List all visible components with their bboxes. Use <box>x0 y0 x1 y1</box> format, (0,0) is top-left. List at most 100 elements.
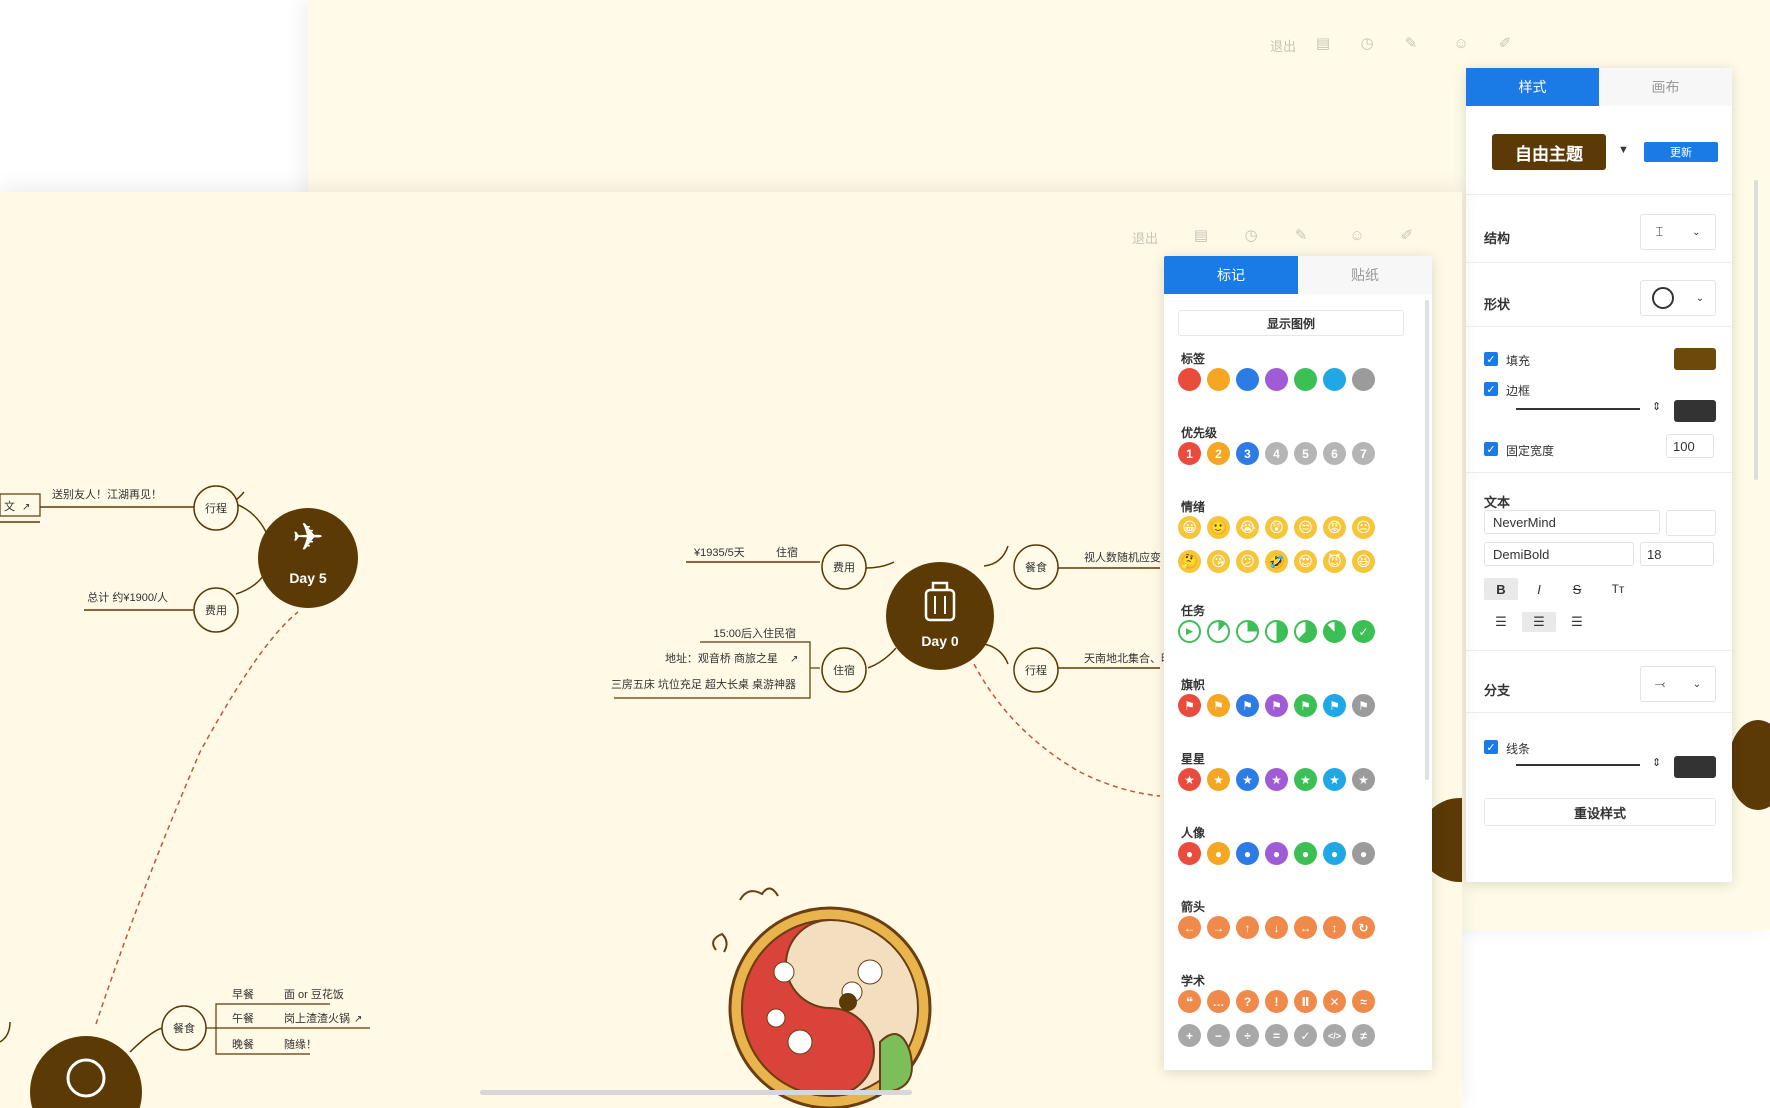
arrow-down-icon[interactable]: ↓ <box>1265 916 1288 939</box>
relationship-line[interactable] <box>95 611 299 1025</box>
day0-cost-amount[interactable]: ¥1935/5天 <box>693 547 745 559</box>
arrow-up-down-icon[interactable]: ↕ <box>1323 916 1346 939</box>
day0-stay-time[interactable]: 15:00后入住民宿 <box>713 626 796 640</box>
marker-panel-scrollbar[interactable] <box>1425 300 1429 780</box>
person-red-icon[interactable]: ● <box>1178 842 1201 865</box>
equals-icon[interactable]: = <box>1265 1024 1288 1047</box>
pin-icon[interactable]: ✐ <box>1492 30 1518 56</box>
arrow-left-right-icon[interactable]: ↔ <box>1294 916 1317 939</box>
rofl-emoji-icon[interactable]: 🤣 <box>1265 550 1288 573</box>
text-color-swatch[interactable] <box>1666 510 1716 536</box>
pause-icon[interactable]: Ⅱ <box>1294 990 1317 1013</box>
day5-cost-text[interactable]: 总计 约¥1900/人 <box>87 590 168 604</box>
devil-emoji-icon[interactable]: 😈 <box>1323 550 1346 573</box>
emoji-icon[interactable]: ☺ <box>1448 30 1474 56</box>
kiss-emoji-icon[interactable]: 😘 <box>1207 550 1230 573</box>
task-progress-5-icon[interactable] <box>1323 620 1346 643</box>
tab-style[interactable]: 样式 <box>1466 68 1599 106</box>
flag-cyan-icon[interactable]: ⚑ <box>1323 694 1346 717</box>
tag-orange-icon[interactable] <box>1207 368 1230 391</box>
fill-color-swatch[interactable] <box>1674 348 1716 370</box>
flag-red-icon[interactable]: ⚑ <box>1178 694 1201 717</box>
align-right-icon[interactable]: ☰ <box>1560 612 1594 632</box>
star-gray-icon[interactable]: ★ <box>1352 768 1375 791</box>
code-icon[interactable]: </> <box>1323 1024 1346 1047</box>
task-done-icon[interactable]: ✓ <box>1352 620 1375 643</box>
heart-eyes-emoji-icon[interactable]: 😍 <box>1294 550 1317 573</box>
priority-4-icon[interactable]: 4 <box>1265 442 1288 465</box>
task-progress-3-icon[interactable] <box>1265 620 1288 643</box>
back-vertical-scrollbar[interactable] <box>1754 180 1758 480</box>
plus-icon[interactable]: + <box>1178 1024 1201 1047</box>
day0-food-text[interactable]: 视人数随机应变 <box>1084 550 1161 564</box>
dinner-label[interactable]: 晚餐 <box>232 1037 254 1051</box>
arrow-left-icon[interactable]: ← <box>1178 916 1201 939</box>
cross-icon[interactable]: ✕ <box>1323 990 1346 1013</box>
flag-gray-icon[interactable]: ⚑ <box>1352 694 1375 717</box>
person-cyan-icon[interactable]: ● <box>1323 842 1346 865</box>
arrow-refresh-icon[interactable]: ↻ <box>1352 916 1375 939</box>
structure-select[interactable]: ⌶ ⌄ <box>1640 214 1716 250</box>
stepper-icon[interactable]: ⇕ <box>1652 400 1661 413</box>
star-blue-icon[interactable]: ★ <box>1236 768 1259 791</box>
border-line-style[interactable] <box>1516 408 1640 410</box>
tab-markers[interactable]: 标记 <box>1164 256 1298 294</box>
font-family-select[interactable]: NeverMind <box>1484 510 1660 534</box>
priority-5-icon[interactable]: 5 <box>1294 442 1317 465</box>
fixed-width-input[interactable]: 100 <box>1666 434 1714 458</box>
ellipsis-icon[interactable]: … <box>1207 990 1230 1013</box>
tag-purple-icon[interactable] <box>1265 368 1288 391</box>
flag-purple-icon[interactable]: ⚑ <box>1265 694 1288 717</box>
italic-button[interactable]: I <box>1522 578 1556 600</box>
branch-style-select[interactable]: ⤙ ⌄ <box>1640 666 1716 702</box>
stepper-icon[interactable]: ⇕ <box>1652 756 1661 769</box>
line-color-swatch[interactable] <box>1674 756 1716 778</box>
person-purple-icon[interactable]: ● <box>1265 842 1288 865</box>
day0-cost-sub[interactable]: 住宿 <box>776 545 798 559</box>
task-progress-4-icon[interactable] <box>1294 620 1317 643</box>
fill-checkbox[interactable]: ✓ <box>1484 352 1498 366</box>
brush-icon[interactable]: ✎ <box>1398 30 1424 56</box>
tab-canvas[interactable]: 画布 <box>1599 68 1732 106</box>
hotpot-sticker[interactable] <box>712 887 932 1108</box>
day0-node[interactable] <box>886 562 994 670</box>
day0-trip-text[interactable]: 天南地北集合、晚 <box>1084 651 1172 665</box>
priority-3-icon[interactable]: 3 <box>1236 442 1259 465</box>
star-red-icon[interactable]: ★ <box>1178 768 1201 791</box>
person-blue-icon[interactable]: ● <box>1236 842 1259 865</box>
angry-emoji-icon[interactable]: 😡 <box>1323 516 1346 539</box>
star-green-icon[interactable]: ★ <box>1294 768 1317 791</box>
priority-7-icon[interactable]: 7 <box>1352 442 1375 465</box>
external-link-icon[interactable]: ↗ <box>790 654 798 665</box>
font-weight-select[interactable]: DemiBold <box>1484 542 1634 566</box>
flag-blue-icon[interactable]: ⚑ <box>1236 694 1259 717</box>
border-checkbox[interactable]: ✓ <box>1484 382 1498 396</box>
font-size-select[interactable]: 18 <box>1640 542 1714 566</box>
breakfast-label[interactable]: 早餐 <box>232 987 254 1001</box>
not-equal-icon[interactable]: ≠ <box>1352 1024 1375 1047</box>
clock-icon[interactable]: ◷ <box>1354 30 1380 56</box>
lunch-value[interactable]: 岗上渣渣火锅 <box>284 1011 350 1025</box>
dinner-value[interactable]: 随缘！ <box>284 1037 317 1051</box>
cry-emoji-icon[interactable]: 😭 <box>1236 516 1259 539</box>
approx-icon[interactable]: ≈ <box>1352 990 1375 1013</box>
check-icon[interactable]: ✓ <box>1294 1024 1317 1047</box>
star-purple-icon[interactable]: ★ <box>1265 768 1288 791</box>
bold-button[interactable]: B <box>1484 578 1518 600</box>
star-orange-icon[interactable]: ★ <box>1207 768 1230 791</box>
task-progress-2-icon[interactable] <box>1236 620 1259 643</box>
external-link-icon[interactable]: ↗ <box>354 1014 362 1025</box>
text-case-select[interactable]: Tт <box>1598 578 1638 600</box>
quote-icon[interactable]: ❝ <box>1178 990 1201 1013</box>
shock-emoji-icon[interactable]: 😲 <box>1265 516 1288 539</box>
strikethrough-button[interactable]: S <box>1560 578 1594 600</box>
exclamation-icon[interactable]: ! <box>1265 990 1288 1013</box>
theme-dropdown-icon[interactable]: ▼ <box>1618 144 1629 156</box>
minus-icon[interactable]: − <box>1207 1024 1230 1047</box>
external-link-icon[interactable]: ↗ <box>22 502 30 513</box>
task-start-icon[interactable]: ▶ <box>1178 620 1201 643</box>
tag-green-icon[interactable] <box>1294 368 1317 391</box>
question-icon[interactable]: ? <box>1236 990 1259 1013</box>
flag-green-icon[interactable]: ⚑ <box>1294 694 1317 717</box>
star-cyan-icon[interactable]: ★ <box>1323 768 1346 791</box>
